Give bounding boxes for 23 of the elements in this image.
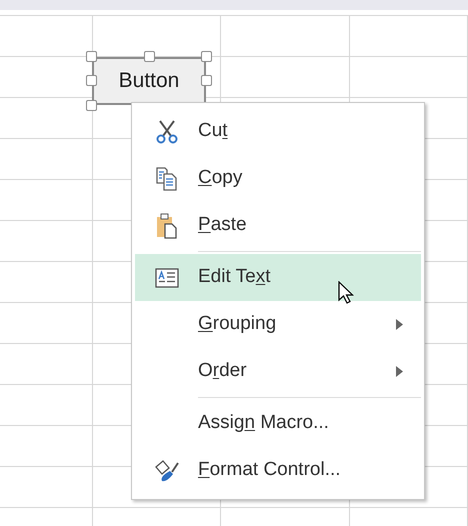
resize-handle[interactable] [201, 51, 212, 62]
submenu-arrow-icon [396, 319, 403, 330]
copy-icon [156, 166, 178, 190]
resize-handle[interactable] [201, 75, 212, 86]
mouse-pointer-icon [338, 281, 354, 305]
resize-handle[interactable] [144, 51, 155, 62]
form-button[interactable]: Button [92, 57, 206, 105]
menu-item[interactable]: Paste [135, 202, 421, 249]
scissors-icon [156, 120, 178, 144]
menu-item[interactable]: Copy [135, 155, 421, 202]
menu-item[interactable]: Assign Macro... [135, 400, 421, 447]
menu-item[interactable]: Cut [135, 108, 421, 155]
clipboard-icon [156, 212, 178, 238]
submenu-arrow-icon [396, 366, 403, 377]
menu-item[interactable]: Edit Text [135, 254, 421, 301]
menu-item[interactable]: Order [135, 348, 421, 395]
menu-item[interactable]: Grouping [135, 301, 421, 348]
resize-handle[interactable] [86, 51, 97, 62]
resize-handle[interactable] [86, 75, 97, 86]
paint-bucket-icon [154, 458, 180, 482]
text-box-icon [154, 268, 178, 288]
resize-handle[interactable] [86, 100, 97, 111]
menu-item[interactable]: Format Control... [135, 447, 421, 494]
